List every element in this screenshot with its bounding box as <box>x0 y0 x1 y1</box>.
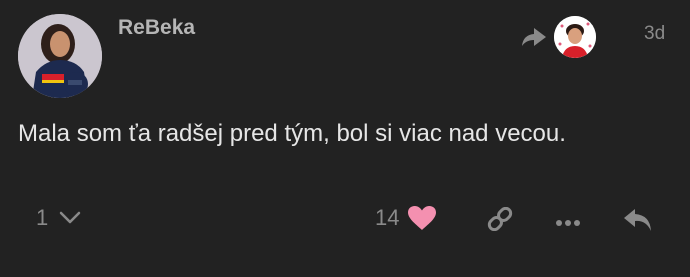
reply-to-avatar-image <box>554 16 596 58</box>
more-actions-button[interactable] <box>555 214 581 232</box>
reply-icon <box>624 209 651 231</box>
ellipsis-icon <box>556 220 580 226</box>
post: ReBeka 3d Mala som ťa radšej pred tým, b… <box>0 0 690 277</box>
chevron-down-icon <box>60 211 81 224</box>
reply-to-avatar[interactable] <box>554 16 596 58</box>
post-date[interactable]: 3d <box>644 23 665 45</box>
post-body: Mala som ťa radšej pred tým, bol si viac… <box>18 120 566 147</box>
link-icon <box>487 206 513 232</box>
author-username[interactable]: ReBeka <box>118 16 195 40</box>
reply-to-indicator[interactable] <box>520 16 596 58</box>
avatar-image <box>18 14 102 98</box>
likes-count[interactable]: 14 <box>375 205 399 231</box>
copy-link-button[interactable] <box>486 206 514 236</box>
reply-arrow-icon <box>522 28 546 46</box>
show-replies-button[interactable]: 1 <box>36 205 82 231</box>
author-avatar[interactable] <box>18 14 102 98</box>
likes: 14 <box>375 205 437 231</box>
reply-button[interactable] <box>623 207 653 238</box>
replies-count: 1 <box>36 205 49 230</box>
heart-icon[interactable] <box>407 205 437 231</box>
